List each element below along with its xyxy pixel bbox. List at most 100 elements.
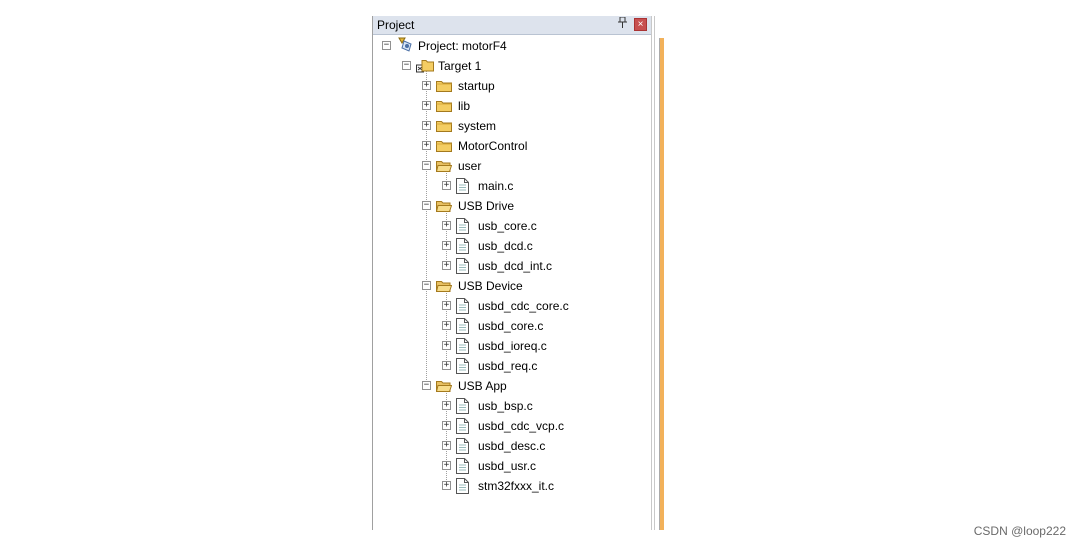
tree-item[interactable]: − USB App [373, 376, 651, 396]
expand-icon[interactable]: + [442, 421, 451, 430]
folder-icon [436, 120, 452, 132]
tree-item[interactable]: + usbd_cdc_vcp.c [373, 416, 651, 436]
expand-icon[interactable]: + [422, 141, 431, 150]
expand-icon[interactable]: + [442, 321, 451, 330]
tree-item[interactable]: + startup [373, 76, 651, 96]
tree-item-label: usbd_usr.c [478, 459, 537, 473]
collapse-icon[interactable]: − [422, 201, 431, 210]
collapse-icon[interactable]: − [382, 41, 391, 50]
file-icon [456, 178, 469, 194]
file-icon [456, 458, 469, 474]
file-icon [456, 418, 469, 434]
tree-item[interactable]: − USB Device [373, 276, 651, 296]
folder-open-icon [435, 280, 453, 292]
tree-item[interactable]: + main.c [373, 176, 651, 196]
expand-icon[interactable]: + [442, 401, 451, 410]
tree-item-label: usbd_cdc_core.c [478, 299, 569, 313]
expand-icon[interactable]: + [442, 481, 451, 490]
folder-icon [436, 140, 452, 152]
collapse-icon[interactable]: − [422, 281, 431, 290]
watermark: CSDN @loop222 [973, 524, 1066, 538]
file-icon [456, 238, 469, 254]
tree-item-label: usbd_desc.c [478, 439, 546, 453]
tree-item[interactable]: + MotorControl [373, 136, 651, 156]
collapse-icon[interactable]: − [422, 381, 431, 390]
tree-item-label: system [458, 119, 497, 133]
folder-open-icon [435, 200, 453, 212]
tree-item-label: lib [458, 99, 471, 113]
folder-open-icon [435, 160, 453, 172]
expand-icon[interactable]: + [442, 181, 451, 190]
tree-item[interactable]: − user [373, 156, 651, 176]
expand-icon[interactable]: + [422, 121, 431, 130]
tree-item[interactable]: + lib [373, 96, 651, 116]
pin-icon[interactable] [616, 16, 629, 31]
target-icon [416, 59, 434, 73]
folder-open-icon [435, 380, 453, 392]
file-icon [456, 478, 469, 494]
tree-item[interactable]: + usb_bsp.c [373, 396, 651, 416]
tree-item-label: usbd_ioreq.c [478, 339, 547, 353]
tree-item-label: USB App [458, 379, 507, 393]
tree-item[interactable]: + usbd_cdc_core.c [373, 296, 651, 316]
tree-item-label: Project: motorF4 [418, 39, 507, 53]
tree-item[interactable]: + usb_dcd_int.c [373, 256, 651, 276]
panel-titlebar: Project × [373, 16, 651, 35]
editor-margin [659, 38, 664, 530]
expand-icon[interactable]: + [442, 301, 451, 310]
file-icon [456, 258, 469, 274]
tree-item[interactable]: + stm32fxxx_it.c [373, 476, 651, 496]
expand-icon[interactable]: + [442, 241, 451, 250]
tree-item-label: usb_dcd_int.c [478, 259, 553, 273]
tree-item-label: usbd_core.c [478, 319, 544, 333]
tree-item[interactable]: − Project: motorF4 [373, 36, 651, 56]
editor-area-edge [654, 16, 664, 530]
expand-icon[interactable]: + [442, 441, 451, 450]
folder-icon [436, 80, 452, 92]
collapse-icon[interactable]: − [402, 61, 411, 70]
project-tree: − Project: motorF4− Target 1 + startup + lib + s… [373, 36, 651, 526]
tree-item-label: USB Device [458, 279, 523, 293]
close-icon[interactable]: × [634, 18, 647, 31]
tree-item[interactable]: + usbd_core.c [373, 316, 651, 336]
file-icon [456, 298, 469, 314]
tree-item[interactable]: + usb_dcd.c [373, 236, 651, 256]
file-icon [456, 338, 469, 354]
tree-item-label: user [458, 159, 482, 173]
tree-item-label: stm32fxxx_it.c [478, 479, 555, 493]
expand-icon[interactable]: + [442, 361, 451, 370]
tree-item-label: MotorControl [458, 139, 528, 153]
tree-item-label: startup [458, 79, 495, 93]
file-icon [456, 358, 469, 374]
tree-item-label: usb_core.c [478, 219, 537, 233]
tree-item[interactable]: + usbd_desc.c [373, 436, 651, 456]
file-icon [456, 438, 469, 454]
tree-item[interactable]: − Target 1 [373, 56, 651, 76]
expand-icon[interactable]: + [442, 341, 451, 350]
collapse-icon[interactable]: − [422, 161, 431, 170]
tree-item-label: Target 1 [438, 59, 482, 73]
expand-icon[interactable]: + [442, 221, 451, 230]
tree-item[interactable]: + system [373, 116, 651, 136]
tree-item[interactable]: + usbd_ioreq.c [373, 336, 651, 356]
tree-item[interactable]: + usb_core.c [373, 216, 651, 236]
file-icon [456, 398, 469, 414]
tree-item-label: USB Drive [458, 199, 515, 213]
tree-item[interactable]: + usbd_req.c [373, 356, 651, 376]
folder-icon [436, 100, 452, 112]
project-icon [396, 37, 412, 53]
expand-icon[interactable]: + [422, 101, 431, 110]
expand-icon[interactable]: + [442, 261, 451, 270]
tree-item-label: usbd_cdc_vcp.c [478, 419, 565, 433]
tree-item-label: usbd_req.c [478, 359, 538, 373]
tree-item[interactable]: − USB Drive [373, 196, 651, 216]
tree-item-label: main.c [478, 179, 514, 193]
file-icon [456, 218, 469, 234]
expand-icon[interactable]: + [442, 461, 451, 470]
tree-item[interactable]: + usbd_usr.c [373, 456, 651, 476]
project-panel: Project × − Project: motorF4− Target 1 + sta… [372, 16, 652, 530]
expand-icon[interactable]: + [422, 81, 431, 90]
file-icon [456, 318, 469, 334]
panel-title: Project [377, 18, 415, 32]
tree-item-label: usb_bsp.c [478, 399, 533, 413]
